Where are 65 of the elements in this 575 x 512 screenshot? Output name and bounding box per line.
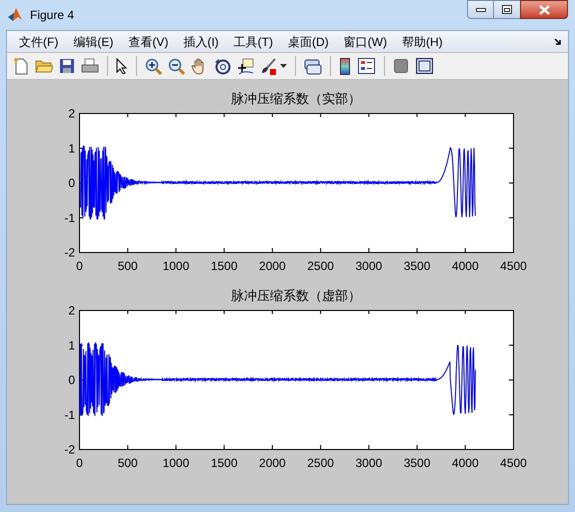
- plot-title: 脉冲压缩系数（虚部）: [231, 287, 361, 305]
- menu-item[interactable]: 桌面(D): [280, 32, 336, 50]
- data-cursor-icon[interactable]: [237, 58, 254, 74]
- pointer-icon[interactable]: [116, 58, 128, 74]
- axis-tick-label: 1500: [210, 259, 238, 273]
- menu-item[interactable]: 窗口(W): [336, 32, 394, 50]
- colorbar-icon[interactable]: [340, 58, 350, 74]
- brush-icon[interactable]: [260, 58, 277, 74]
- window-icon[interactable]: [416, 58, 433, 74]
- axis-tick-label: 3500: [404, 456, 430, 470]
- restore-icon: [502, 5, 512, 14]
- window-title: Figure 4: [30, 7, 74, 24]
- close-icon: [538, 4, 550, 14]
- menu-item[interactable]: 查看(V): [121, 32, 176, 50]
- menu-item[interactable]: 工具(T): [226, 32, 280, 50]
- axis-tick-label: 4500: [500, 456, 527, 470]
- axis-tick-label: 3500: [404, 259, 430, 273]
- zoom-out-icon[interactable]: [168, 58, 185, 74]
- axis-tick-label: 0: [76, 456, 83, 470]
- save-icon[interactable]: [59, 58, 75, 74]
- maximize-button[interactable]: [494, 0, 520, 19]
- menu-item[interactable]: 帮助(H): [394, 32, 450, 50]
- axis-tick-label: 4500: [500, 259, 527, 273]
- axis-tick-label: 0: [68, 176, 75, 190]
- menu-item[interactable]: 编辑(E): [66, 32, 120, 50]
- axis-tick-label: -2: [64, 442, 75, 456]
- menu-item[interactable]: 文件(F): [12, 32, 66, 50]
- minimize-button[interactable]: [467, 0, 494, 19]
- axis-tick-label: 1000: [162, 259, 190, 273]
- axis-tick-label: 3000: [355, 259, 382, 273]
- axis-tick-label: 1000: [162, 456, 190, 470]
- axis-tick-label: 2: [68, 108, 75, 120]
- axis-tick-label: 0: [76, 259, 83, 273]
- axis-tick-label: 2000: [259, 259, 286, 273]
- menu-item[interactable]: 插入(I): [176, 32, 226, 50]
- legend-icon[interactable]: [358, 58, 375, 74]
- plot-title: 脉冲压缩系数（实部）: [231, 90, 361, 108]
- print-icon[interactable]: [81, 58, 99, 74]
- close-button[interactable]: [520, 0, 568, 19]
- square-icon[interactable]: [394, 59, 408, 73]
- caret-icon[interactable]: [280, 64, 287, 68]
- axis-tick-label: 2000: [259, 456, 286, 470]
- axis-tick-label: -1: [64, 408, 75, 422]
- axis-tick-label: 2: [68, 305, 75, 318]
- axis-tick-label: 4000: [452, 456, 479, 470]
- open-folder-icon[interactable]: [35, 58, 53, 74]
- axis-tick-label: 500: [118, 456, 138, 470]
- minimize-icon: [476, 8, 486, 12]
- axis-tick-label: 4000: [452, 259, 479, 273]
- axis-tick-label: -1: [64, 210, 75, 225]
- axis-tick-label: 0: [68, 373, 75, 387]
- axis-tick-label: 2500: [307, 456, 334, 470]
- axis-tick-label: 3000: [355, 456, 382, 470]
- axis-tick-label: 1: [68, 141, 75, 156]
- app-logo-icon: [7, 7, 23, 23]
- link-icon[interactable]: [304, 58, 322, 74]
- axis-tick-label: 1: [68, 338, 75, 352]
- zoom-in-icon[interactable]: [145, 58, 162, 74]
- axis-tick-label: 1500: [210, 456, 238, 470]
- new-file-icon[interactable]: [13, 57, 29, 75]
- rotate-icon[interactable]: [214, 58, 231, 74]
- dock-arrow-icon[interactable]: [554, 38, 562, 46]
- axis-tick-label: -2: [64, 246, 75, 260]
- axis-tick-label: 2500: [307, 259, 334, 273]
- axis-tick-label: 500: [118, 259, 138, 273]
